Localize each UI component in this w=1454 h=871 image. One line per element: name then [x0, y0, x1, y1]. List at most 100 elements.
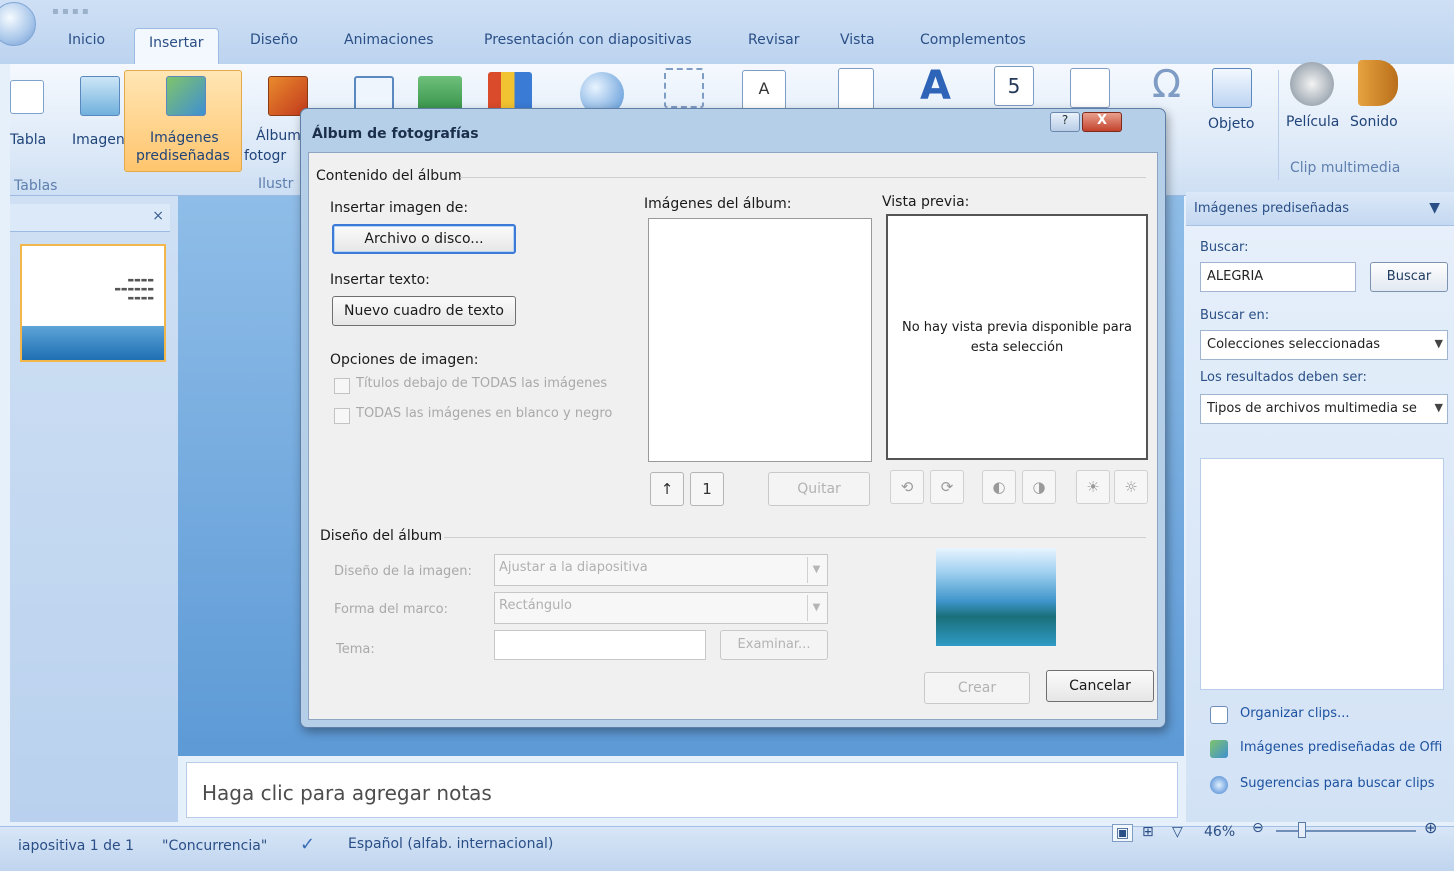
zoom-level[interactable]: 46%	[1204, 824, 1235, 840]
powerpoint-window: ▪ ▪ ▪ ▪ Inicio Insertar Diseño Animacion…	[0, 0, 1454, 871]
zoom-slider[interactable]	[1276, 830, 1416, 832]
sound-button[interactable]: Sonido	[1350, 114, 1398, 131]
frame-shape-label: Forma del marco:	[334, 602, 449, 617]
rotate-right-icon[interactable]: ⟳	[930, 470, 964, 504]
wordart-icon[interactable]: A	[920, 64, 964, 108]
rotate-left-icon[interactable]: ⟲	[890, 470, 924, 504]
zoom-out-icon[interactable]: ⊖	[1252, 820, 1264, 836]
search-in-label: Buscar en:	[1200, 308, 1270, 323]
results-type-select[interactable]: Tipos de archivos multimedia se ▼	[1200, 394, 1448, 424]
movie-icon	[1290, 62, 1334, 106]
tab-inicio[interactable]: Inicio	[68, 32, 105, 48]
bw-option-label: TODAS las imágenes en blanco y negro	[356, 406, 613, 421]
table-button-label[interactable]: Tabla	[10, 132, 46, 149]
spellcheck-icon[interactable]: ✓	[300, 834, 315, 855]
brightness-up-icon[interactable]: ☀	[1076, 470, 1110, 504]
tab-complementos[interactable]: Complementos	[920, 32, 1026, 48]
file-disk-button[interactable]: Archivo o disco...	[332, 224, 516, 254]
image-layout-value: Ajustar a la diapositiva	[499, 560, 648, 575]
tab-revisar[interactable]: Revisar	[748, 32, 800, 48]
chevron-down-icon: ▼	[1434, 401, 1443, 414]
titles-checkbox[interactable]	[334, 378, 350, 394]
slide-thumbnail[interactable]: ▬▬▬▬ ▬▬▬▬▬▬ ▬▬▬▬	[20, 244, 166, 362]
layout-preview-thumbnail	[936, 548, 1056, 646]
object-icon	[1212, 68, 1252, 108]
organize-clips-icon	[1210, 706, 1228, 724]
chevron-down-icon: ▼	[807, 595, 825, 621]
tab-insertar[interactable]: Insertar	[134, 28, 219, 64]
slide-number-icon[interactable]	[1070, 68, 1110, 108]
task-pane-title: Imágenes prediseñadas	[1194, 201, 1349, 216]
slides-pane-tabs[interactable]: ×	[10, 204, 170, 232]
create-button[interactable]: Crear	[924, 672, 1030, 704]
tab-presentacion[interactable]: Presentación con diapositivas	[484, 32, 692, 48]
clipart-label-2: prediseñadas	[136, 148, 230, 164]
slide-sorter-icon[interactable]: ⊞	[1142, 824, 1154, 840]
dialog-title: Álbum de fotografías	[312, 126, 479, 142]
search-input[interactable]: ALEGRIA	[1200, 262, 1356, 292]
album-label-1: Álbum	[256, 128, 301, 144]
symbol-icon[interactable]: Ω	[1152, 64, 1192, 104]
image-layout-select[interactable]: Ajustar a la diapositiva ▼	[494, 554, 828, 586]
chevron-down-icon: ▼	[807, 557, 825, 583]
quick-access-toolbar[interactable]: ▪ ▪ ▪ ▪	[52, 6, 172, 18]
contrast-up-icon[interactable]: ◐	[982, 470, 1016, 504]
tab-diseno[interactable]: Diseño	[250, 32, 298, 48]
album-images-label: Imágenes del álbum:	[644, 196, 792, 212]
clip-results-area[interactable]	[1200, 458, 1444, 690]
insert-image-label: Insertar imagen de:	[330, 200, 469, 216]
group-separator	[1278, 70, 1279, 180]
group-label-tables: Tablas	[14, 178, 58, 194]
search-in-select[interactable]: Colecciones seleccionadas ▼	[1200, 330, 1448, 360]
zoom-slider-thumb[interactable]	[1298, 822, 1306, 838]
preview-message: No hay vista previa disponible para esta…	[901, 320, 1133, 355]
cancel-button[interactable]: Cancelar	[1046, 670, 1154, 702]
organize-clips-link[interactable]: Organizar clips...	[1240, 706, 1349, 721]
chevron-down-icon: ▼	[1434, 337, 1443, 350]
remove-button[interactable]: Quitar	[768, 472, 870, 506]
group-label-illustrations: Ilustr	[258, 176, 294, 192]
object-button[interactable]: Objeto	[1208, 116, 1254, 133]
group-label-media: Clip multimedia	[1290, 160, 1401, 176]
date-icon[interactable]: 5	[994, 66, 1034, 106]
move-up-button[interactable]: ↑	[650, 472, 684, 506]
results-type-value: Tipos de archivos multimedia se	[1207, 401, 1417, 416]
contrast-down-icon[interactable]: ◑	[1022, 470, 1056, 504]
move-down-button[interactable]: 1	[690, 472, 724, 506]
frame-shape-select[interactable]: Rectángulo ▼	[494, 592, 828, 624]
group-divider	[444, 537, 1146, 538]
header-footer-icon[interactable]	[838, 68, 874, 110]
close-button[interactable]: X	[1082, 112, 1122, 132]
thumbnail-band	[22, 326, 164, 360]
normal-view-icon[interactable]: ▣	[1112, 824, 1134, 842]
image-layout-label: Diseño de la imagen:	[334, 564, 472, 579]
office-clipart-icon	[1210, 740, 1228, 758]
thumbnail-title: ▬▬▬▬ ▬▬▬▬▬▬ ▬▬▬▬	[114, 276, 154, 302]
search-button[interactable]: Buscar	[1370, 262, 1448, 292]
brightness-down-icon[interactable]: ☼	[1114, 470, 1148, 504]
office-clipart-link[interactable]: Imágenes prediseñadas de Offi	[1240, 740, 1442, 755]
textbox-icon[interactable]: A	[742, 70, 786, 110]
language-label[interactable]: Español (alfab. internacional)	[348, 836, 553, 852]
results-label: Los resultados deben ser:	[1200, 370, 1367, 385]
titles-option-label: Títulos debajo de TODAS las imágenes	[356, 376, 608, 391]
bw-checkbox[interactable]	[334, 408, 350, 424]
movie-button[interactable]: Película	[1286, 114, 1339, 131]
zoom-in-icon[interactable]: ⊕	[1424, 818, 1437, 837]
theme-input[interactable]	[494, 630, 706, 660]
slideshow-icon[interactable]: ▽	[1172, 824, 1183, 840]
preview-label: Vista previa:	[882, 194, 970, 210]
theme-name: "Concurrencia"	[162, 838, 268, 854]
search-label: Buscar:	[1200, 240, 1249, 255]
tab-animaciones[interactable]: Animaciones	[344, 32, 434, 48]
image-button[interactable]: Imagen	[72, 132, 125, 149]
tab-vista[interactable]: Vista	[840, 32, 875, 48]
album-images-list[interactable]	[648, 218, 872, 462]
browse-button[interactable]: Examinar...	[720, 630, 828, 660]
help-button[interactable]: ?	[1050, 112, 1080, 132]
search-tips-link[interactable]: Sugerencias para buscar clips	[1240, 776, 1435, 791]
action-icon[interactable]	[664, 68, 704, 108]
close-icon[interactable]: ×	[152, 208, 164, 224]
new-textbox-button[interactable]: Nuevo cuadro de texto	[332, 296, 516, 326]
chevron-down-icon[interactable]: ▼	[1429, 200, 1440, 216]
